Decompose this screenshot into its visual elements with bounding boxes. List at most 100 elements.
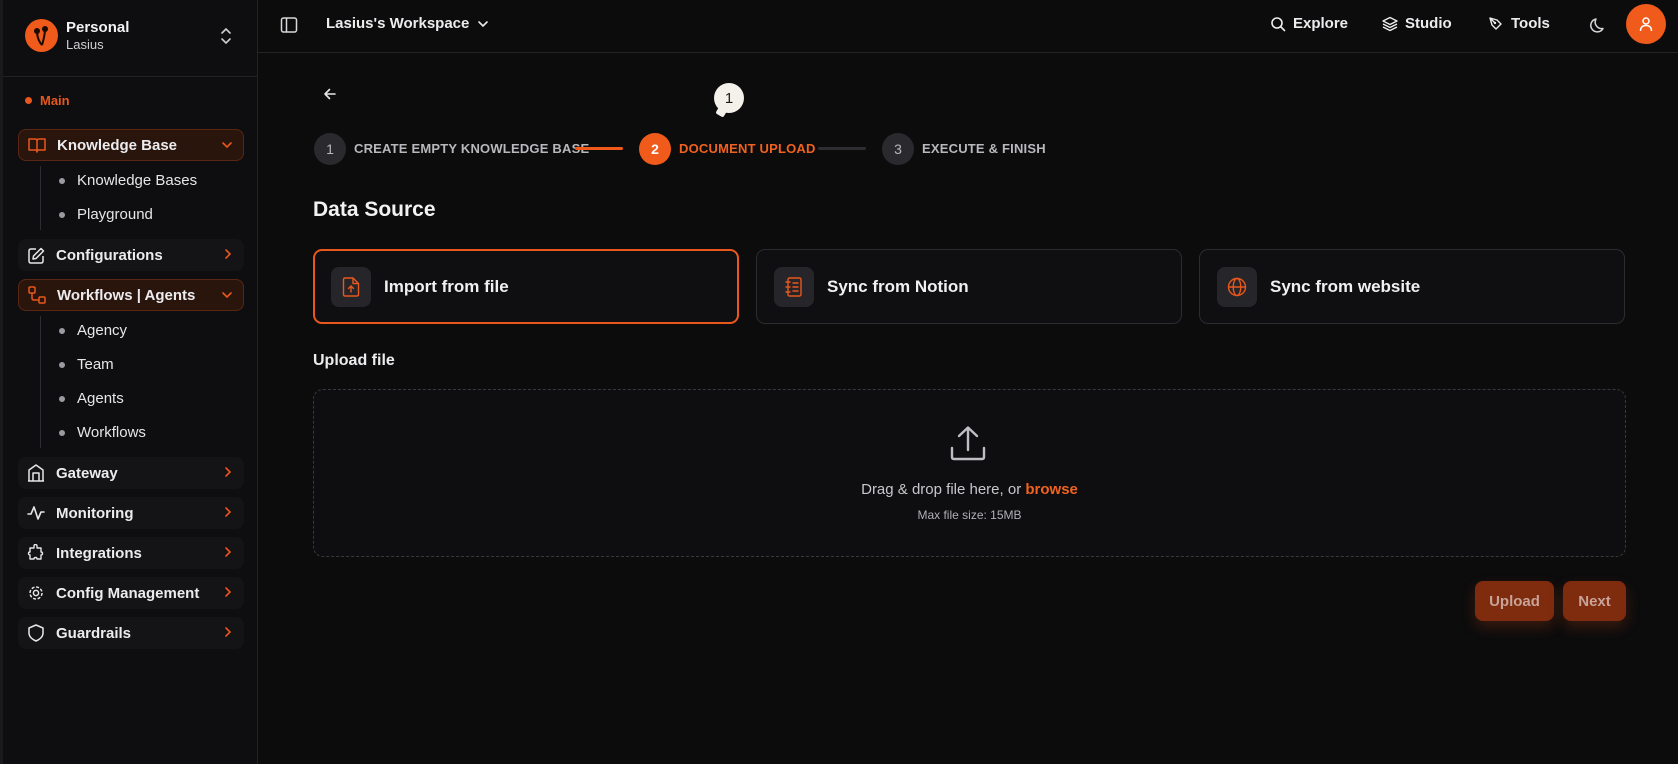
pen-tool-icon [1489, 16, 1502, 30]
workspace-owner: Lasius [66, 37, 104, 52]
app-root: Personal Lasius Main Knowledge Base Know… [0, 0, 1678, 764]
sidebar-subitem-playground[interactable]: Playground [59, 206, 153, 223]
explore-label: Explore [1293, 15, 1349, 32]
step-connector-pending [818, 147, 866, 150]
chevron-down-icon [478, 20, 489, 27]
step-2-number: 2 [639, 133, 671, 165]
section-dot [25, 97, 32, 104]
sidebar-item-label: Config Management [56, 584, 200, 602]
sidebar-subitem-workflows[interactable]: Workflows [59, 424, 146, 441]
top-header: Lasius's Workspace Explore Studio Tools [258, 0, 1678, 53]
notebook-icon [774, 266, 814, 307]
step-1-number: 1 [314, 133, 346, 165]
puzzle-icon [26, 543, 46, 563]
upload-section-title: Upload file [313, 352, 395, 369]
sidebar-item-configurations[interactable]: Configurations [18, 239, 244, 271]
chevron-down-icon [222, 142, 232, 149]
chevron-down-icon [222, 292, 232, 299]
step-1-label: CREATE EMPTY KNOWLEDGE BASE [354, 141, 590, 156]
workspace-name: Personal [66, 19, 130, 36]
brand-logo-icon [25, 19, 58, 52]
sidebar-subitem-agency[interactable]: Agency [59, 322, 127, 339]
sidebar-item-label: Workflows | Agents [57, 286, 196, 304]
upload-button[interactable]: Upload [1475, 581, 1554, 621]
subitem-label: Agency [77, 322, 128, 339]
subitem-label: Playground [77, 206, 153, 223]
search-icon [1271, 16, 1286, 31]
sidebar-subitem-agents[interactable]: Agents [59, 390, 124, 407]
source-label: Import from file [384, 276, 509, 296]
tools-label: Tools [1511, 15, 1550, 32]
sidebar-item-guardrails[interactable]: Guardrails [18, 617, 244, 649]
bullet-icon [59, 361, 65, 368]
step-3-number: 3 [882, 133, 914, 165]
studio-link[interactable]: Studio [1382, 15, 1452, 32]
annotation-number: 1 [724, 89, 734, 107]
source-website[interactable]: Sync from website [1199, 249, 1625, 324]
chevron-up-down-icon [221, 27, 231, 45]
sidebar-item-workflows-agents[interactable]: Workflows | Agents [18, 279, 244, 311]
back-arrow-icon[interactable] [320, 84, 340, 104]
activity-icon [26, 503, 46, 523]
browse-link[interactable]: browse [1025, 481, 1078, 498]
chevron-right-icon [225, 467, 232, 477]
source-import-file[interactable]: Import from file [313, 249, 739, 324]
sidebar-item-knowledge-base[interactable]: Knowledge Base [18, 129, 244, 161]
dropzone-instruction: Drag & drop file here, or [861, 481, 1026, 498]
chevron-right-icon [225, 627, 232, 637]
source-notion[interactable]: Sync from Notion [756, 249, 1182, 324]
bullet-icon [59, 211, 65, 218]
globe-icon [1217, 266, 1257, 307]
sidebar: Personal Lasius Main Knowledge Base Know… [0, 0, 258, 764]
page-title: Data Source [313, 198, 436, 221]
submenu-rail [40, 316, 41, 448]
next-button[interactable]: Next [1563, 581, 1626, 621]
moon-icon[interactable] [1588, 14, 1610, 36]
file-dropzone[interactable]: Drag & drop file here, or browse Max fil… [313, 389, 1626, 557]
step-3-label: EXECUTE & FINISH [922, 141, 1046, 156]
workspace-switcher[interactable]: Personal Lasius [3, 0, 258, 77]
step-connector-complete [575, 147, 623, 150]
sidebar-item-label: Guardrails [56, 624, 132, 642]
chevron-right-icon [225, 507, 232, 517]
annotation-marker-1: 1 [714, 83, 744, 113]
workspace-dropdown-label: Lasius's Workspace [326, 15, 470, 32]
gear-icon [26, 583, 46, 603]
sidebar-item-label: Gateway [56, 464, 118, 482]
sidebar-item-integrations[interactable]: Integrations [18, 537, 244, 569]
user-avatar[interactable] [1626, 4, 1666, 44]
sidebar-item-label: Knowledge Base [57, 136, 178, 154]
workspace-dropdown[interactable]: Lasius's Workspace [326, 15, 489, 32]
sidebar-subitem-knowledge-bases[interactable]: Knowledge Bases [59, 172, 197, 189]
sidebar-toggle-icon[interactable] [280, 16, 298, 34]
section-label-text: Main [40, 93, 70, 108]
subitem-label: Team [77, 356, 114, 373]
user-icon [1639, 17, 1653, 32]
sidebar-item-monitoring[interactable]: Monitoring [18, 497, 244, 529]
shield-icon [26, 623, 46, 643]
edit-icon [26, 245, 46, 265]
sidebar-subitem-team[interactable]: Team [59, 356, 114, 373]
source-label: Sync from website [1270, 276, 1421, 296]
tools-link[interactable]: Tools [1488, 15, 1550, 32]
explore-link[interactable]: Explore [1270, 15, 1348, 32]
sidebar-item-label: Integrations [56, 544, 142, 562]
chevron-right-icon [225, 249, 232, 259]
sidebar-item-label: Monitoring [56, 504, 134, 522]
section-label-main: Main [25, 93, 70, 108]
upload-icon [950, 426, 986, 461]
bullet-icon [59, 327, 65, 334]
source-label: Sync from Notion [827, 276, 969, 296]
gateway-icon [26, 463, 46, 483]
sidebar-item-config-management[interactable]: Config Management [18, 577, 244, 609]
max-file-size-hint: Max file size: 15MB [917, 508, 1022, 522]
bullet-icon [59, 177, 65, 184]
layers-icon [1382, 16, 1398, 31]
step-2-label: DOCUMENT UPLOAD [679, 141, 816, 156]
subitem-label: Agents [77, 390, 124, 407]
chevron-right-icon [225, 587, 232, 597]
sidebar-item-gateway[interactable]: Gateway [18, 457, 244, 489]
sidebar-item-label: Configurations [56, 246, 163, 264]
submenu-rail [40, 166, 41, 230]
subitem-label: Knowledge Bases [77, 172, 198, 189]
